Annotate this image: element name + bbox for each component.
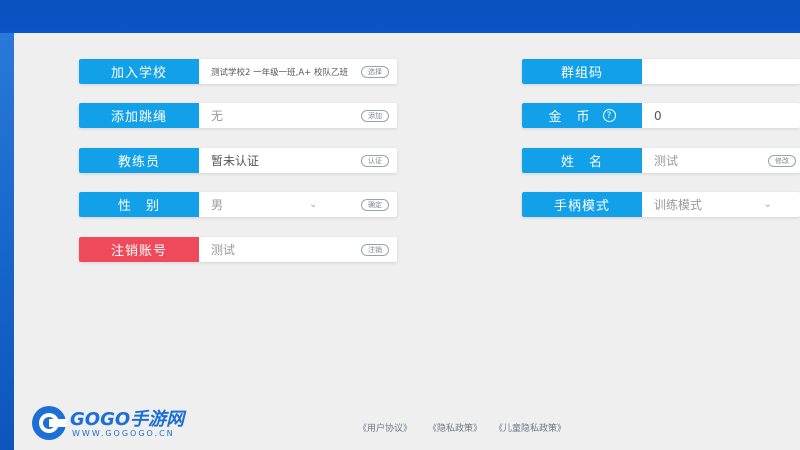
group-code-label: 群组码 xyxy=(522,59,642,84)
controller-mode-select[interactable]: 训练模式 xyxy=(642,196,764,213)
logo-icon xyxy=(32,406,67,440)
school-value: 测试学校2 一年级一班,A+ 校队乙班 xyxy=(211,67,348,78)
add-rope-button[interactable]: 添加 xyxy=(361,109,389,122)
select-school-button[interactable]: 选择 xyxy=(361,65,389,78)
group-code-row: 群组码 xyxy=(522,59,800,84)
join-school-row: 加入学校 测试学校2 一年级一班,A+ 校队乙班 选择 xyxy=(79,59,397,84)
gender-row: 性 别 男 ⌄ 确定 xyxy=(79,192,397,217)
delete-account-input[interactable]: 测试 xyxy=(199,241,361,258)
confirm-gender-button[interactable]: 确定 xyxy=(361,198,389,211)
coach-status-value: 暂未认证 xyxy=(211,154,260,168)
add-rope-row: 添加跳绳 无 添加 xyxy=(79,103,397,128)
verify-coach-button[interactable]: 认证 xyxy=(361,154,389,167)
watermark-logo: GOGO手游网 WWW.GOGOGO.CN xyxy=(30,403,195,443)
question-circle-icon[interactable]: ? xyxy=(602,109,616,122)
name-row: 姓 名 测试 修改 xyxy=(522,148,800,173)
coins-row: 金 币 ? 0 xyxy=(522,103,800,128)
coins-label-text: 金 币 xyxy=(548,110,591,125)
privacy-policy-link[interactable]: 《隐私政策》 xyxy=(428,421,482,434)
user-agreement-link[interactable]: 《用户协议》 xyxy=(358,421,412,434)
edit-name-button[interactable]: 修改 xyxy=(768,154,796,167)
coach-label: 教练员 xyxy=(79,148,199,173)
watermark-brand: GOGO手游网 xyxy=(70,409,185,430)
delete-account-row: 注销账号 测试 注销 xyxy=(79,237,397,262)
name-input[interactable]: 测试 xyxy=(642,152,768,169)
gender-select[interactable]: 男 xyxy=(199,196,309,213)
name-label: 姓 名 xyxy=(522,148,642,173)
coins-value: 0 xyxy=(654,108,662,123)
coach-row: 教练员 暂未认证 认证 xyxy=(79,148,397,173)
top-bar xyxy=(0,0,800,33)
join-school-label: 加入学校 xyxy=(79,59,199,84)
add-rope-label: 添加跳绳 xyxy=(79,103,199,128)
delete-account-label: 注销账号 xyxy=(79,237,199,262)
left-edge-decoration xyxy=(0,33,14,450)
rope-value: 无 xyxy=(211,109,224,123)
delete-account-button[interactable]: 注销 xyxy=(361,243,389,256)
controller-mode-label: 手柄模式 xyxy=(522,192,642,217)
child-privacy-link[interactable]: 《儿童隐私政策》 xyxy=(494,421,566,434)
controller-mode-row: 手柄模式 训练模式 ⌄ xyxy=(522,192,800,217)
chevron-down-icon[interactable]: ⌄ xyxy=(764,199,772,210)
coins-label: 金 币 ? xyxy=(522,103,642,128)
chevron-down-icon[interactable]: ⌄ xyxy=(309,199,317,210)
gender-label: 性 别 xyxy=(79,192,199,217)
watermark-url: WWW.GOGOGO.CN xyxy=(72,429,175,438)
